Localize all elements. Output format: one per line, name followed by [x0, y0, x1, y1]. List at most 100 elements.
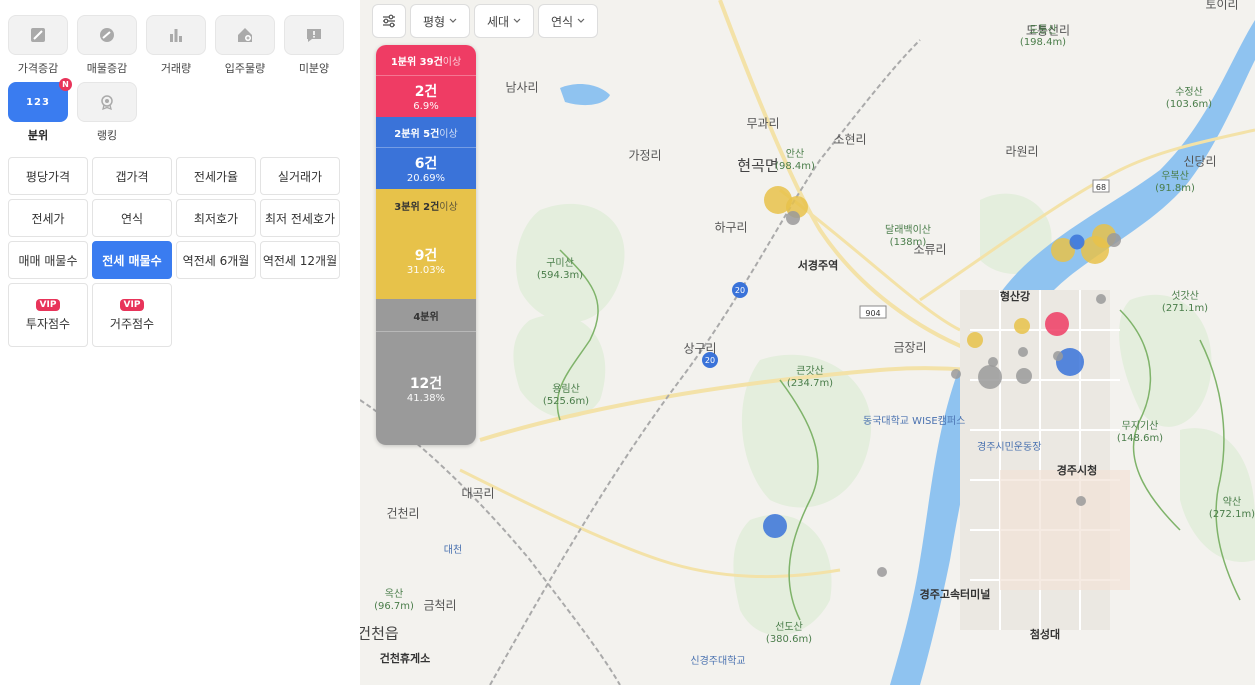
unsold-label: 미분양 — [298, 62, 330, 75]
place-label: 라원리 — [1005, 144, 1039, 159]
place-label: 대천 — [443, 545, 463, 556]
medal-icon — [77, 82, 137, 122]
map-bubble-q4[interactable] — [1096, 294, 1106, 304]
listing-change-icon — [77, 15, 137, 55]
town-label: 현곡면 — [737, 156, 779, 175]
mountain-label: 안산 (98.4m) — [775, 149, 815, 172]
metric-sale-listings[interactable]: 매매 매물수 — [8, 241, 88, 279]
map-bubble-q3[interactable] — [1014, 318, 1030, 334]
place-label: 상구리 — [683, 341, 717, 356]
legend-q4-body: 12건 41.38% — [376, 331, 476, 445]
stadium-label: 경주시민운동장 — [977, 442, 1042, 453]
metric-jeonse-ratio[interactable]: 전세가율 — [176, 157, 256, 195]
town-label: 건천읍 — [360, 624, 399, 643]
metric-actual-price[interactable]: 실거래가 — [260, 157, 340, 195]
quantile-tool[interactable]: 123 N 분위 — [8, 78, 72, 143]
bar-chart-icon — [146, 15, 206, 55]
map-bubble-q1[interactable] — [1045, 312, 1069, 336]
svg-text:904: 904 — [865, 309, 880, 318]
legend-q3-body: 9건 31.03% — [376, 221, 476, 299]
legend-q2-header: 2분위 5건이상 — [376, 117, 476, 147]
place-label: 대곡리 — [461, 486, 495, 501]
map-bubble-q2[interactable] — [1069, 234, 1085, 250]
map-bubble-q4[interactable] — [1018, 347, 1028, 357]
quantile-legend: 1분위 39건이상 2건 6.9% 2분위 5건이상 6건 20.69% 3분위… — [376, 45, 476, 445]
ranking-tool[interactable]: 랭킹 — [77, 82, 137, 143]
map-bubble-q4[interactable] — [1107, 233, 1121, 247]
unsold-tool[interactable]: 미분양 — [284, 15, 344, 76]
age-dropdown-label: 연식 — [550, 14, 574, 29]
investment-score-label: 투자점수 — [25, 316, 71, 331]
metric-price-per-pyeong[interactable]: 평당가격 — [8, 157, 88, 195]
living-score-button[interactable]: VIP 거주점수 — [92, 283, 172, 347]
svg-text:20: 20 — [705, 356, 715, 365]
terminal-label: 경주고속터미널 — [919, 588, 991, 601]
svg-text:68: 68 — [1096, 183, 1106, 192]
left-panel: 가격증감 매물증감 거래량 입주물량 미분양 123 N 분위 랭킹 평당가격 … — [0, 0, 360, 685]
place-label: 토이리 — [1205, 0, 1239, 12]
mountain-label: 무지기산 (148.6m) — [1116, 421, 1164, 444]
ranking-label: 랭킹 — [96, 129, 118, 142]
mountain-label: 큰갓산 (234.7m) — [786, 366, 834, 389]
map-bubble-q4[interactable] — [1076, 496, 1086, 506]
legend-q1-header: 1분위 39건이상 — [376, 45, 476, 75]
price-change-tool[interactable]: 가격증감 — [8, 15, 68, 76]
place-label: 신당리 — [1183, 154, 1217, 169]
age-dropdown[interactable]: 연식 — [538, 4, 598, 38]
metric-building-age[interactable]: 연식 — [92, 199, 172, 237]
map-bubble-q4[interactable] — [988, 357, 998, 367]
city-hall-label: 경주시청 — [1056, 464, 1098, 477]
metric-lowest-jeonse-ask[interactable]: 최저 전세호가 — [260, 199, 340, 237]
supply-label: 입주물량 — [224, 62, 266, 75]
map-bubble-q4[interactable] — [786, 211, 800, 225]
landmark-label: 첨성대 — [1029, 628, 1061, 641]
households-dropdown-label: 세대 — [486, 14, 510, 29]
map-bubble-q4[interactable] — [877, 567, 887, 577]
map-bubble-q4[interactable] — [1016, 368, 1032, 384]
mountain-label: 약산 (272.1m) — [1208, 497, 1255, 520]
university-label: 신경주대학교 — [690, 656, 746, 667]
volume-label: 거래량 — [160, 62, 192, 75]
filter-button[interactable] — [372, 4, 406, 38]
volume-tool[interactable]: 거래량 — [146, 15, 206, 76]
station-label: 서경주역 — [797, 259, 839, 272]
price-change-label: 가격증감 — [17, 62, 59, 75]
place-label: 금척리 — [423, 598, 457, 613]
vip-badge: VIP — [35, 298, 61, 311]
map-bubble-q2[interactable] — [763, 514, 787, 538]
filter-sliders-icon — [383, 14, 395, 28]
metric-jeonse-listings[interactable]: 전세 매물수 — [92, 241, 172, 279]
map-view[interactable]: 68 904 20 20 남사리 무과리 소현리 가정리 현곡면 하구리 서경주… — [360, 0, 1255, 685]
quantile-label: 분위 — [27, 129, 49, 142]
area-dropdown-label: 평형 — [422, 14, 446, 29]
listing-change-tool[interactable]: 매물증감 — [77, 15, 137, 76]
mountain-label: 구미산 (594.3m) — [536, 258, 584, 281]
map-bubble-q4[interactable] — [978, 365, 1002, 389]
mountain-label: 섯갓산 (271.1m) — [1161, 291, 1209, 314]
rest-area-label: 건천휴게소 — [379, 652, 431, 665]
listing-change-label: 매물증감 — [86, 62, 128, 75]
price-change-icon — [8, 15, 68, 55]
legend-q4-header: 4분위 — [376, 299, 476, 331]
house-plus-icon — [215, 15, 275, 55]
supply-tool[interactable]: 입주물량 — [215, 15, 275, 76]
123-icon: 123 N — [8, 78, 72, 122]
area-dropdown[interactable]: 평형 — [410, 4, 470, 38]
metric-lowest-ask[interactable]: 최저호가 — [176, 199, 256, 237]
chevron-down-icon — [513, 18, 521, 23]
mountain-label: 달래백이산 (138m) — [885, 225, 931, 248]
river-label: 형산강 — [999, 290, 1031, 303]
metric-gap-price[interactable]: 갭가격 — [92, 157, 172, 195]
map-bubble-q4[interactable] — [1053, 351, 1063, 361]
metric-jeonse-price[interactable]: 전세가 — [8, 199, 88, 237]
households-dropdown[interactable]: 세대 — [474, 4, 534, 38]
map-base: 68 904 20 20 — [360, 0, 1255, 685]
metric-reverse-jeonse-6m[interactable]: 역전세 6개월 — [176, 241, 256, 279]
map-bubble-q4[interactable] — [951, 369, 961, 379]
metric-reverse-jeonse-12m[interactable]: 역전세 12개월 — [260, 241, 340, 279]
investment-score-button[interactable]: VIP 투자점수 — [8, 283, 88, 347]
map-bubble-q3[interactable] — [967, 332, 983, 348]
chevron-down-icon — [577, 18, 585, 23]
quantile-badge: 123 — [26, 96, 50, 108]
new-badge: N — [59, 78, 72, 91]
